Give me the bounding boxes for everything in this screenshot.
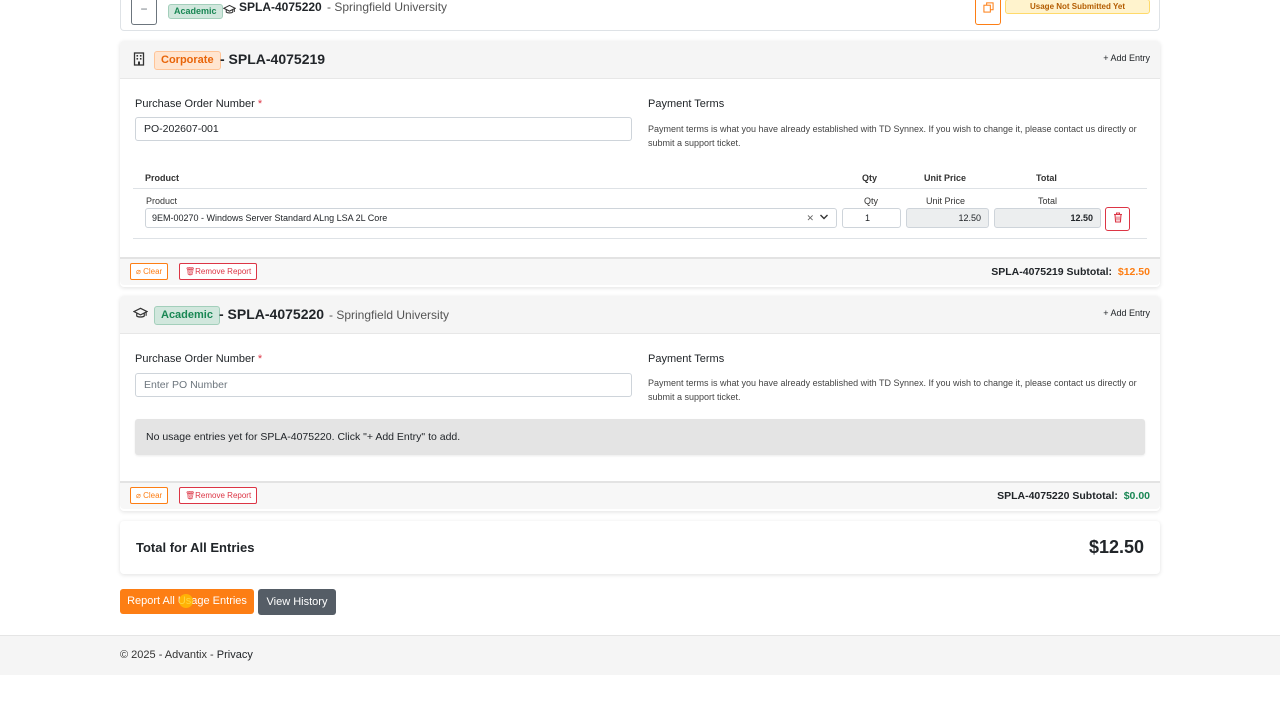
grand-total-card: Total for All Entries $12.50 <box>120 521 1160 574</box>
subtotal-amount: $12.50 <box>1117 266 1150 278</box>
subtotal: SPLA-4075219 Subtotal: $12.50 <box>991 266 1150 278</box>
total-field-label: Total <box>1038 196 1058 206</box>
remove-report-button[interactable]: 🗑Remove Report <box>179 263 258 280</box>
copy-icon <box>982 2 994 16</box>
payment-terms-text: Payment terms is what you have already e… <box>648 124 1137 148</box>
product-field-label: Product <box>146 196 178 206</box>
qty-field-label: Qty <box>864 196 879 206</box>
clear-button[interactable]: ⌀ Clear <box>130 263 169 280</box>
clear-button[interactable]: ⌀ Clear <box>130 487 169 504</box>
payment-terms-label: Payment Terms <box>648 353 725 365</box>
mouse-cursor-indicator <box>179 594 193 608</box>
organization-name: - Springfield University <box>329 308 450 322</box>
delete-entry-button[interactable] <box>1105 207 1130 231</box>
subtotal: SPLA-4075220 Subtotal: $0.00 <box>997 490 1150 502</box>
graduation-cap-icon <box>132 307 149 322</box>
qty-input[interactable]: 1 <box>842 208 901 228</box>
card-footer: ⌀ Clear 🗑Remove Report SPLA-4075219 Subt… <box>120 257 1160 285</box>
organization-name: - Springfield University <box>327 0 448 14</box>
trash-icon <box>1113 212 1123 226</box>
po-label: Purchase Order Number * <box>135 98 263 110</box>
copyright-text: © 2025 - Advantix - <box>120 649 217 661</box>
academic-badge: Academic <box>168 4 223 19</box>
payment-terms-text: Payment terms is what you have already e… <box>648 378 1137 402</box>
card-title: - SPLA-4075220 <box>219 306 325 322</box>
grand-total-amount: $12.50 <box>1088 537 1144 557</box>
eraser-icon: ⌀ <box>136 267 141 276</box>
po-label: Purchase Order Number * <box>135 353 263 365</box>
payment-terms-label: Payment Terms <box>648 98 725 110</box>
status-badge: Usage Not Submitted Yet <box>1005 0 1150 14</box>
card-title: - SPLA-4075219 <box>220 51 326 67</box>
eraser-icon: ⌀ <box>136 491 141 500</box>
row-divider <box>133 238 1147 239</box>
copy-button[interactable] <box>975 0 1001 25</box>
view-history-button[interactable]: View History <box>258 589 336 615</box>
trash-icon: 🗑 <box>185 491 196 500</box>
chevron-down-icon[interactable] <box>819 208 829 229</box>
required-mark: * <box>257 98 263 110</box>
privacy-link[interactable]: Privacy <box>217 649 253 661</box>
column-header-qty: Qty <box>862 173 878 183</box>
corporate-badge: Corporate <box>154 51 221 70</box>
page-footer: © 2025 - Advantix - Privacy <box>0 635 1280 675</box>
card-footer: ⌀ Clear 🗑Remove Report SPLA-4075220 Subt… <box>120 481 1160 509</box>
academic-badge: Academic <box>154 306 220 325</box>
add-entry-button[interactable]: + Add Entry <box>1103 53 1150 63</box>
collapsed-report-card: − Academic SPLA-4075220 - Springfield Un… <box>120 0 1160 31</box>
unit-price-field: 12.50 <box>906 208 989 228</box>
po-number-input[interactable]: Enter PO Number <box>135 373 632 397</box>
card-header: Corporate - SPLA-4075219 + Add Entry <box>120 41 1160 79</box>
clear-selection-icon[interactable]: ✕ <box>806 209 814 227</box>
unit-price-field-label: Unit Price <box>926 196 966 206</box>
product-select-value: 9EM-00270 - Windows Server Standard ALng… <box>152 213 388 223</box>
po-number-input[interactable]: PO-202607-001 <box>135 117 632 141</box>
subtotal-amount: $0.00 <box>1123 490 1150 502</box>
required-mark: * <box>257 353 263 365</box>
total-field: 12.50 <box>994 208 1101 228</box>
building-icon <box>133 52 145 69</box>
table-header: Product Qty Unit Price Total <box>133 167 1147 189</box>
corporate-report-card: Corporate - SPLA-4075219 + Add Entry Pur… <box>120 41 1160 287</box>
remove-report-button[interactable]: 🗑Remove Report <box>179 487 258 504</box>
column-header-total: Total <box>1036 173 1057 183</box>
card-header: Academic - SPLA-4075220 - Springfield Un… <box>120 296 1160 334</box>
collapse-button[interactable]: − <box>131 0 157 25</box>
product-select[interactable]: 9EM-00270 - Windows Server Standard ALng… <box>145 208 837 228</box>
empty-entries-message: No usage entries yet for SPLA-4075220. C… <box>135 419 1145 455</box>
column-header-product: Product <box>145 173 180 183</box>
grand-total-label: Total for All Entries <box>136 540 255 555</box>
graduation-cap-icon <box>222 4 237 18</box>
add-entry-button[interactable]: + Add Entry <box>1103 308 1150 318</box>
footer-text: © 2025 - Advantix - Privacy <box>120 649 253 661</box>
column-header-unit-price: Unit Price <box>924 173 967 183</box>
academic-report-card: Academic - SPLA-4075220 - Springfield Un… <box>120 296 1160 511</box>
trash-icon: 🗑 <box>185 267 196 276</box>
spla-number: SPLA-4075220 <box>239 0 322 14</box>
page: − Academic SPLA-4075220 - Springfield Un… <box>0 0 1280 720</box>
